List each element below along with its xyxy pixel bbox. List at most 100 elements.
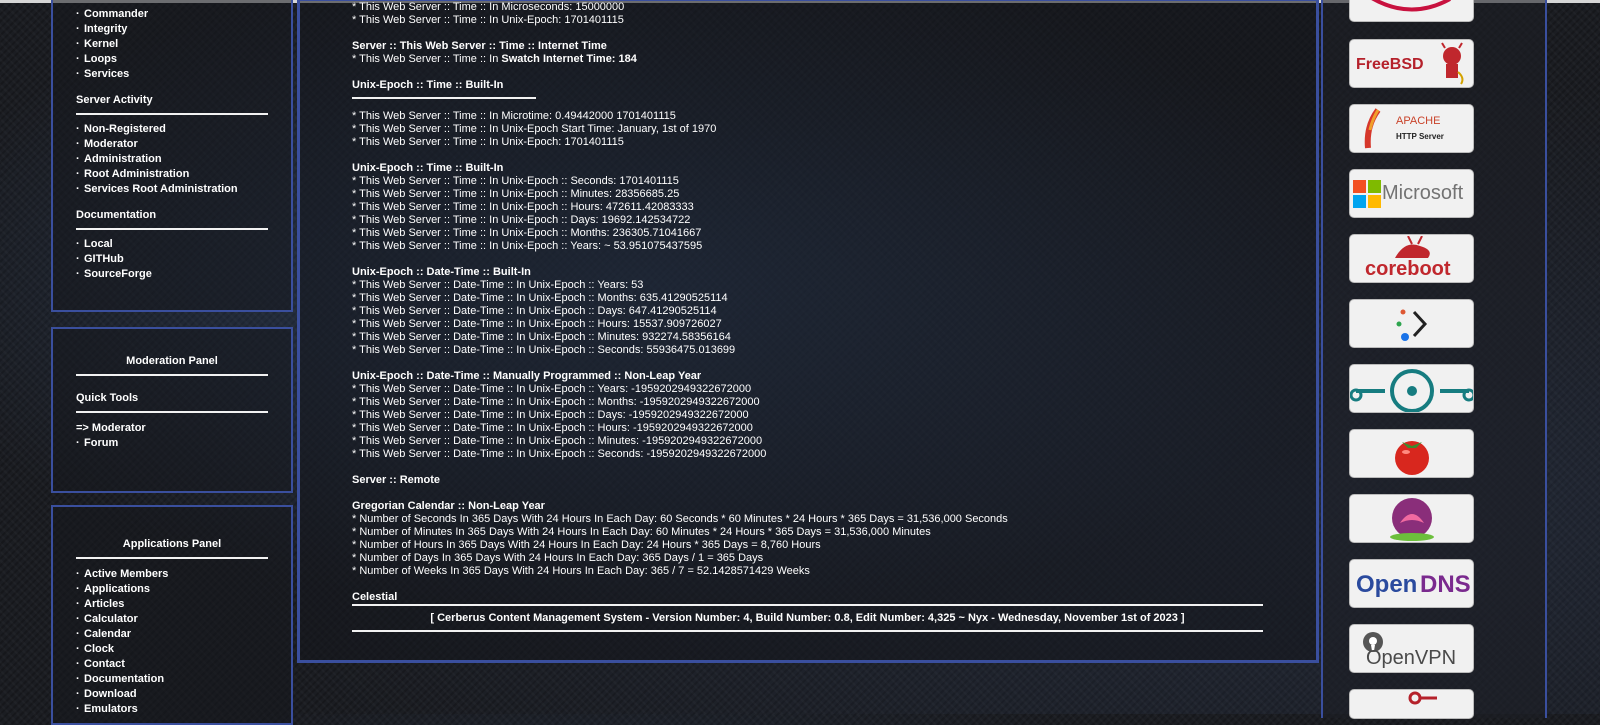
nav-item-services-root-administration[interactable]: · Services Root Administration: [76, 182, 268, 197]
app-item-download-label[interactable]: Download: [84, 688, 137, 700]
divider: [76, 374, 268, 376]
section-header: Unix-Epoch :: Time :: Built-In: [352, 79, 504, 91]
nav-item-sourceforge-label[interactable]: SourceForge: [84, 268, 152, 280]
nav-item-loops[interactable]: · Loops: [76, 52, 268, 67]
debian-badge[interactable]: [1349, 0, 1474, 22]
navigation-panel: · Commander · Integrity · Kernel · Loops · Servic…: [51, 0, 293, 312]
quick-tool-moderator[interactable]: => Moderator: [76, 421, 268, 436]
nav-item-non-registered[interactable]: · Non-Registered: [76, 122, 268, 137]
arrow-prefix: =>: [76, 422, 89, 434]
app-item-applications[interactable]: · Applications: [76, 582, 268, 597]
nav-item-kernel[interactable]: · Kernel: [76, 37, 268, 52]
bullet-icon: ·: [76, 673, 80, 685]
bullet-icon: ·: [76, 183, 80, 195]
app-item-emulators[interactable]: · Emulators: [76, 702, 268, 717]
app-item-calculator[interactable]: · Calculator: [76, 612, 268, 627]
app-item-articles-label[interactable]: Articles: [84, 598, 124, 610]
footer-divider-top: [352, 604, 1263, 606]
calendar-readout-line: * Number of Seconds In 365 Days With 24 …: [352, 513, 1008, 525]
duckduckgo-badge[interactable]: [1349, 299, 1474, 348]
time-readout-line: * This Web Server :: Time :: In Unix-Epo…: [352, 136, 624, 148]
nav-item-integrity[interactable]: · Integrity: [76, 22, 268, 37]
app-item-documentation[interactable]: · Documentation: [76, 672, 268, 687]
microsoft-label: Microsoft: [1382, 182, 1464, 204]
nav-item-services-root-administration-label[interactable]: Services Root Administration: [84, 183, 238, 195]
bullet-icon: ·: [76, 688, 80, 700]
nav-item-moderator-label[interactable]: Moderator: [84, 138, 138, 150]
apache-label: APACHE: [1396, 115, 1441, 127]
nav-item-sourceforge[interactable]: · SourceForge: [76, 267, 268, 282]
nav-item-commander-label[interactable]: Commander: [84, 8, 148, 20]
app-item-clock[interactable]: · Clock: [76, 642, 268, 657]
freebsd-label: FreeBSD: [1356, 56, 1424, 73]
nav-item-loops-label[interactable]: Loops: [84, 53, 117, 65]
tomato-badge[interactable]: [1349, 429, 1474, 478]
nav-item-github-label[interactable]: GITHub: [84, 253, 124, 265]
bullet-icon: ·: [76, 123, 80, 135]
datetime-readout-line: * This Web Server :: Date-Time :: In Uni…: [352, 279, 644, 291]
cms-version-footer: [ Cerberus Content Management System - V…: [430, 612, 1185, 624]
app-item-active-members[interactable]: · Active Members: [76, 567, 268, 582]
quick-tool-forum[interactable]: · Forum: [76, 436, 268, 451]
bullet-icon: ·: [76, 8, 80, 20]
bullet-icon: ·: [76, 253, 80, 265]
nav-item-moderator[interactable]: · Moderator: [76, 137, 268, 152]
datetime-readout-line: * This Web Server :: Date-Time :: In Uni…: [352, 448, 767, 460]
nav-item-root-administration[interactable]: · Root Administration: [76, 167, 268, 182]
app-item-download[interactable]: · Download: [76, 687, 268, 702]
next-badge[interactable]: [1349, 689, 1474, 719]
nav-item-kernel-label[interactable]: Kernel: [84, 38, 118, 50]
opendns-label-dns: DNS: [1420, 571, 1471, 598]
lineageos-badge[interactable]: [1349, 364, 1474, 413]
opendns-badge[interactable]: Open DNS: [1349, 559, 1474, 608]
nav-item-non-registered-label[interactable]: Non-Registered: [84, 123, 166, 135]
time-readout-line: * This Web Server :: Time :: In Unix-Epo…: [352, 240, 703, 252]
app-item-clock-label[interactable]: Clock: [84, 643, 114, 655]
bullet-icon: ·: [76, 568, 80, 580]
nav-item-integrity-label[interactable]: Integrity: [84, 23, 127, 35]
nav-item-github[interactable]: · GITHub: [76, 252, 268, 267]
nav-item-local-label[interactable]: Local: [84, 238, 113, 250]
moderation-panel: Moderation Panel Quick Tools => Moderato…: [51, 327, 293, 493]
badge-column: FreeBSD APACHE HTTP Server Microsoft cor…: [1321, 0, 1547, 719]
nav-item-services-label[interactable]: Services: [84, 68, 129, 80]
openvpn-badge[interactable]: OpenVPN: [1349, 624, 1474, 673]
time-readout-line: * This Web Server :: Time :: In Unix-Epo…: [352, 123, 717, 135]
app-item-emulators-label[interactable]: Emulators: [84, 703, 138, 715]
app-item-active-members-label[interactable]: Active Members: [84, 568, 168, 580]
calendar-readout-line: * Number of Hours In 365 Days With 24 Ho…: [352, 539, 821, 551]
divider: [76, 113, 268, 115]
nav-item-local[interactable]: · Local: [76, 237, 268, 252]
app-item-documentation-label[interactable]: Documentation: [84, 673, 164, 685]
freebsd-badge[interactable]: FreeBSD: [1349, 39, 1474, 88]
lineageos-logo-icon: [1350, 369, 1473, 412]
app-item-contact-label[interactable]: Contact: [84, 658, 125, 670]
app-item-calendar-label[interactable]: Calendar: [84, 628, 131, 640]
coreboot-badge[interactable]: coreboot: [1349, 234, 1474, 283]
openvpn-label: OpenVPN: [1366, 647, 1457, 669]
app-item-contact[interactable]: · Contact: [76, 657, 268, 672]
nav-item-services[interactable]: · Services: [76, 67, 268, 82]
nav-item-root-administration-label[interactable]: Root Administration: [84, 168, 189, 180]
app-item-articles[interactable]: · Articles: [76, 597, 268, 612]
app-item-applications-label[interactable]: Applications: [84, 583, 150, 595]
datetime-readout-line: * This Web Server :: Date-Time :: In Uni…: [352, 344, 736, 356]
time-readout-line: * This Web Server :: Time :: In Unix-Epo…: [352, 214, 691, 226]
app-item-calendar[interactable]: · Calendar: [76, 627, 268, 642]
quick-tool-label[interactable]: Forum: [84, 437, 118, 449]
bullet-icon: ·: [76, 703, 80, 715]
microsoft-badge[interactable]: Microsoft: [1349, 169, 1474, 218]
nav-item-administration-label[interactable]: Administration: [84, 153, 162, 165]
key-icon: [1408, 691, 1437, 705]
quick-tool-label[interactable]: Moderator: [92, 422, 146, 434]
apache-badge[interactable]: APACHE HTTP Server: [1349, 104, 1474, 153]
tomato-icon: [1395, 441, 1429, 475]
lotus-badge[interactable]: [1349, 494, 1474, 543]
app-item-calculator-label[interactable]: Calculator: [84, 613, 138, 625]
nav-item-administration[interactable]: · Administration: [76, 152, 268, 167]
server-activity-title: Server Activity: [76, 94, 153, 106]
nav-item-commander[interactable]: · Commander: [76, 7, 268, 22]
